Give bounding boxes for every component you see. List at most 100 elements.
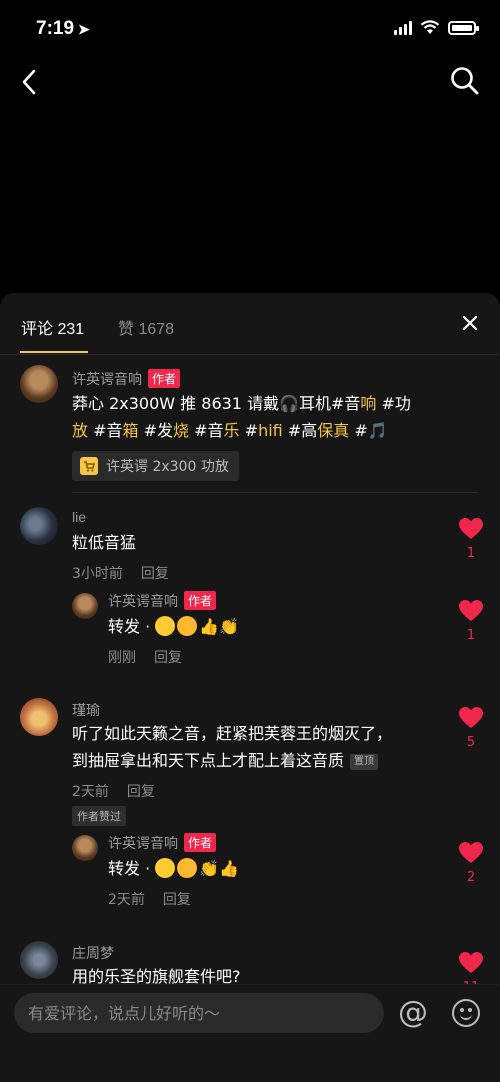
like-button[interactable]: 2 bbox=[456, 841, 486, 885]
comment-text-content: 到抽屉拿出和天下点上才配上着这音质 bbox=[72, 751, 345, 770]
heart-icon bbox=[459, 842, 483, 863]
comment-text-segment: #音 bbox=[189, 421, 224, 440]
comment-text-segment: #高 bbox=[282, 421, 318, 440]
comment-author[interactable]: 许英谔音响 作者 bbox=[72, 369, 181, 389]
comment-input[interactable] bbox=[14, 993, 384, 1033]
grin-emoji-icon bbox=[155, 858, 176, 878]
reply-time: 刚刚 bbox=[108, 650, 136, 666]
comment-author[interactable]: lie bbox=[72, 509, 86, 525]
comment-text-line2: 到抽屉拿出和天下点上才配上着这音质 置顶 bbox=[72, 747, 379, 774]
hashtag-highlight[interactable]: 放 bbox=[72, 421, 88, 440]
comment-text-segment: #🎵 bbox=[349, 421, 388, 440]
reply-button[interactable]: 回复 bbox=[163, 892, 191, 908]
avatar[interactable] bbox=[72, 593, 98, 619]
clap-icon: 👏 bbox=[199, 859, 220, 878]
reply-text-content: 转发 · bbox=[108, 859, 156, 878]
hashtag-highlight[interactable]: 保真 bbox=[317, 421, 349, 440]
wifi-icon bbox=[420, 20, 440, 34]
like-button[interactable]: 5 bbox=[456, 706, 486, 750]
product-link[interactable]: 许英谔 2x300 功放 bbox=[72, 451, 239, 481]
heart-icon bbox=[459, 518, 483, 539]
comment-text-segment: 🎧 bbox=[279, 394, 299, 413]
battery-icon bbox=[448, 20, 479, 35]
like-count: 1 bbox=[466, 546, 476, 561]
author-badge: 作者 bbox=[184, 591, 217, 610]
like-count: 2 bbox=[466, 870, 476, 885]
reply-meta: 2天前 回复 bbox=[108, 889, 191, 909]
close-button[interactable] bbox=[462, 315, 478, 331]
avatar[interactable] bbox=[72, 835, 98, 861]
author-badge: 作者 bbox=[184, 833, 217, 852]
clock: 7:19 bbox=[36, 18, 75, 39]
status-bar: 7:19 ➤ bbox=[0, 0, 500, 60]
emoji-picker-button[interactable] bbox=[452, 999, 480, 1027]
status-time: 7:19 ➤ bbox=[36, 18, 90, 40]
location-arrow-icon: ➤ bbox=[78, 21, 90, 37]
signal-icon bbox=[394, 20, 412, 35]
comment-sheet: 评论 231 赞 1678 许英谔音响 作者 莽心 2x300W 推 8631 请… bbox=[0, 293, 500, 1082]
tab-comments[interactable]: 评论 231 bbox=[21, 315, 84, 339]
comment-author[interactable]: 瑾瑜 bbox=[72, 700, 100, 720]
grin-emoji-icon bbox=[155, 616, 176, 636]
comment-text-segment: #功 bbox=[376, 394, 411, 413]
comment-text-segment: 莽心 2x300W 推 8631 请戴 bbox=[72, 394, 280, 413]
comment-time: 2天前 bbox=[72, 784, 109, 800]
reply-button[interactable]: 回复 bbox=[141, 566, 169, 582]
cart-icon bbox=[80, 457, 98, 475]
like-count: 5 bbox=[466, 735, 476, 750]
divider bbox=[72, 492, 478, 493]
reply-text: 转发 · 👍👏 bbox=[108, 613, 239, 640]
thumbs-up-icon: 👍 bbox=[219, 859, 240, 878]
comment-input-bar: @ bbox=[0, 984, 500, 1082]
like-button[interactable]: 1 bbox=[456, 517, 486, 561]
status-icons bbox=[394, 20, 479, 35]
avatar[interactable] bbox=[20, 507, 58, 545]
heart-icon bbox=[459, 952, 483, 973]
clap-icon: 👏 bbox=[219, 617, 240, 636]
tab-bar: 评论 231 赞 1678 bbox=[0, 293, 500, 355]
author-name[interactable]: 许英谔音响 bbox=[72, 371, 142, 387]
hashtag-highlight[interactable]: 烧 bbox=[173, 421, 189, 440]
reply-button[interactable]: 回复 bbox=[127, 784, 155, 800]
author-name[interactable]: 许英谔音响 bbox=[108, 835, 178, 851]
hashtag-highlight[interactable]: 箱 bbox=[123, 421, 139, 440]
reply-button[interactable]: 回复 bbox=[154, 650, 182, 666]
avatar[interactable] bbox=[20, 698, 58, 736]
reply-time: 2天前 bbox=[108, 892, 145, 908]
laughing-emoji-icon bbox=[177, 858, 198, 878]
like-count: 1 bbox=[466, 628, 476, 643]
mention-button[interactable]: @ bbox=[398, 997, 428, 1029]
reply-meta: 刚刚 回复 bbox=[108, 647, 182, 667]
comment-text-segment: #音 bbox=[88, 421, 123, 440]
author-badge: 作者 bbox=[148, 369, 181, 388]
reply-author[interactable]: 许英谔音响 作者 bbox=[108, 833, 217, 853]
scream-emoji-icon bbox=[177, 616, 198, 636]
heart-icon bbox=[459, 707, 483, 728]
top-bar bbox=[0, 60, 500, 104]
comment-text-segment: 耳机#音 bbox=[299, 394, 361, 413]
tab-active-indicator bbox=[20, 351, 88, 353]
search-button[interactable] bbox=[448, 64, 482, 98]
hashtag-highlight[interactable]: hifi bbox=[258, 421, 283, 440]
product-name: 许英谔 2x300 功放 bbox=[106, 459, 229, 475]
comment-meta: 3小时前 回复 bbox=[72, 563, 169, 583]
comment-text-segment: #发 bbox=[138, 421, 174, 440]
avatar[interactable] bbox=[20, 365, 58, 403]
comment-author[interactable]: 庄周梦 bbox=[72, 943, 114, 963]
avatar[interactable] bbox=[20, 941, 58, 979]
comment-text-line2: 放 #音箱 #发烧 #音乐 #hifi #高保真 #🎵 bbox=[72, 417, 388, 444]
heart-icon bbox=[459, 600, 483, 621]
reply-author[interactable]: 许英谔音响 作者 bbox=[108, 591, 217, 611]
back-button[interactable] bbox=[14, 66, 46, 98]
comment-text-segment: # bbox=[239, 421, 259, 440]
author-name[interactable]: 许英谔音响 bbox=[108, 593, 178, 609]
comment-meta: 2天前 回复 bbox=[72, 781, 155, 801]
comment-time: 3小时前 bbox=[72, 566, 123, 582]
hashtag-highlight[interactable]: 乐 bbox=[224, 421, 240, 440]
comment-text-line1: 听了如此天籁之音，赶紧把芙蓉王的烟灭了， bbox=[72, 724, 393, 743]
tab-likes[interactable]: 赞 1678 bbox=[118, 315, 174, 339]
reply-text-content: 转发 · bbox=[108, 617, 156, 636]
hashtag-highlight[interactable]: 响 bbox=[360, 394, 376, 413]
like-button[interactable]: 1 bbox=[456, 599, 486, 643]
author-liked-tag: 作者赞过 bbox=[72, 806, 126, 826]
